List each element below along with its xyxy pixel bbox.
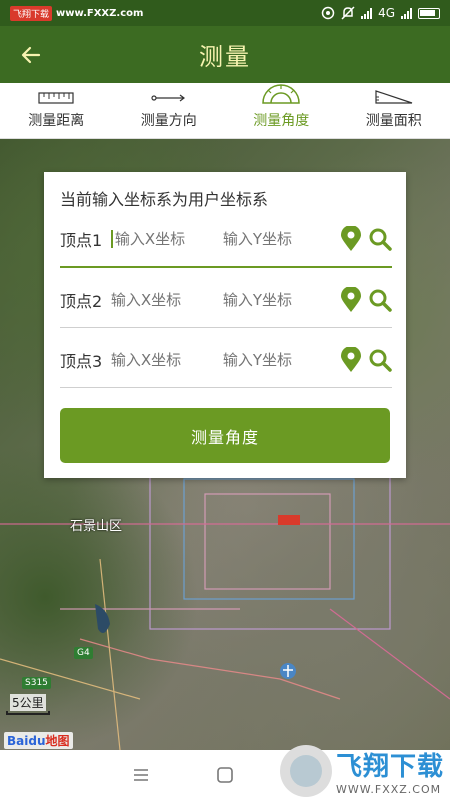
- hotspot-icon: [321, 6, 335, 20]
- signal-icon: [361, 7, 373, 19]
- vertex1-search-button[interactable]: [367, 224, 392, 254]
- measure-angle-button[interactable]: 测量角度: [60, 408, 390, 463]
- home-square-icon: [217, 767, 233, 783]
- map-scale-label: 5公里: [10, 694, 46, 711]
- tab-measure-angle[interactable]: 测量角度: [225, 83, 338, 138]
- status-right: 4G: [321, 6, 440, 20]
- vertex2-y-input[interactable]: [222, 290, 335, 309]
- vertex-row-3: 顶点3: [60, 332, 392, 388]
- vertex3-x-input[interactable]: [110, 350, 223, 369]
- vertex2-pick-location-button[interactable]: [339, 285, 364, 315]
- location-pin-icon: [341, 346, 362, 372]
- vertex1-x-input[interactable]: [110, 230, 223, 248]
- location-pin-icon: [341, 226, 362, 251]
- vertex-row-1: 顶点1: [60, 212, 392, 268]
- watermark-text: 飞翔下载 WWW.FXXZ.COM: [336, 746, 444, 796]
- measure-tabs: 测量距离 测量方向 测量角度 测量面积: [0, 83, 450, 139]
- watermark-site-url: WWW.FXXZ.COM: [336, 783, 442, 796]
- status-bar: 飞翔下载 www.FXXZ.com 4G: [0, 0, 450, 26]
- baidu-map-logo: Baidu地图: [4, 732, 73, 749]
- road-shield: S315: [22, 677, 51, 689]
- search-icon: [369, 228, 392, 251]
- menu-nav-button[interactable]: [128, 762, 154, 788]
- mute-icon: [341, 6, 355, 20]
- watermark-badge: 飞翔下载: [10, 5, 53, 21]
- direction-arrow-icon: [151, 94, 185, 102]
- vertex-row-2: 顶点2: [60, 272, 392, 328]
- watermark-title: 飞翔下载: [336, 752, 445, 782]
- vertex-label: 顶点2: [60, 291, 103, 311]
- location-pin-icon: [341, 286, 362, 312]
- menu-icon: [134, 769, 148, 781]
- logo-suffix: 地图: [45, 734, 70, 748]
- district-label: 石景山区: [70, 519, 123, 534]
- battery-icon: [418, 7, 440, 19]
- map-scale-bar: [6, 711, 50, 715]
- page-title: 测量: [199, 43, 251, 71]
- vertex3-search-button[interactable]: [367, 345, 392, 375]
- protractor-icon: [262, 84, 301, 104]
- signal-icon-2: [401, 7, 412, 19]
- vertex1-pick-location-button[interactable]: [339, 224, 364, 254]
- vertex3-pick-location-button[interactable]: [339, 345, 364, 375]
- tab-label: 测量方向: [140, 113, 197, 129]
- site-watermark: 飞翔下载 WWW.FXXZ.COM: [280, 742, 450, 800]
- vertex-label: 顶点1: [60, 231, 103, 250]
- tab-measure-distance[interactable]: 测量距离: [0, 83, 113, 138]
- home-nav-button[interactable]: [212, 762, 238, 788]
- back-arrow-icon: [21, 46, 41, 63]
- coordinate-system-notice: 当前输入坐标系为用户坐标系: [60, 190, 269, 209]
- title-bar: 测量: [0, 26, 450, 83]
- search-icon: [369, 289, 392, 312]
- vertex3-y-input[interactable]: [222, 350, 335, 369]
- back-button[interactable]: [0, 26, 62, 83]
- tab-measure-direction[interactable]: 测量方向: [113, 83, 226, 138]
- tab-label: 测量距离: [28, 113, 85, 129]
- area-triangle-icon: [375, 90, 412, 104]
- vertex-label: 顶点3: [60, 351, 103, 371]
- tab-measure-area[interactable]: 测量面积: [338, 83, 450, 138]
- search-icon: [369, 349, 392, 372]
- vertex2-x-input[interactable]: [110, 290, 223, 309]
- watermark-logo: [280, 745, 332, 797]
- ruler-icon: [38, 92, 74, 104]
- angle-input-card: 当前输入坐标系为用户坐标系 顶点1 顶点2 顶点3 测量角度: [44, 172, 406, 478]
- network-type: 4G: [378, 6, 395, 20]
- vertex2-search-button[interactable]: [367, 285, 392, 315]
- logo-text: Baidu: [7, 734, 46, 748]
- tab-label: 测量面积: [365, 113, 422, 129]
- status-left: 飞翔下载 www.FXXZ.com: [10, 5, 144, 21]
- watermark-url: www.FXXZ.com: [56, 7, 144, 19]
- tab-label: 测量角度: [253, 113, 310, 129]
- road-shield: G4: [74, 647, 93, 659]
- vertex1-y-input[interactable]: [222, 230, 335, 248]
